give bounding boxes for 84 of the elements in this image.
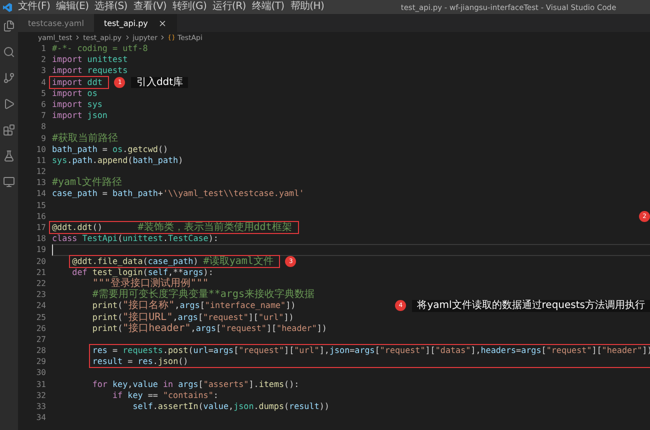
line-number: 33 [35, 401, 46, 412]
line-number: 2 [40, 54, 46, 66]
line-number: 30 [35, 367, 46, 379]
line-number: 10 [35, 144, 46, 155]
line-number: 6 [40, 98, 46, 110]
code-line: #需要用可变长度字典变量**args来接收字典数据 [92, 289, 316, 300]
menu-item[interactable]: 查看(V) [133, 0, 166, 14]
code-line: print("接口URL",args["request"]["url"]) [92, 312, 295, 323]
line-number: 21 [35, 266, 46, 278]
annotation-label: 引入ddt库 [131, 76, 188, 88]
run-icon[interactable] [3, 98, 15, 110]
flask-icon[interactable] [3, 150, 15, 162]
code-line: #-*- coding = utf-8 [52, 43, 149, 54]
line-number: 12 [35, 166, 46, 178]
line-number: 17 [35, 222, 46, 234]
line-number: 18 [35, 233, 46, 244]
code-line: """登录接口测试用例""" [92, 278, 210, 289]
code-line: case_path = bath_path+'\\yaml_test\\testcase.yaml' [52, 188, 306, 200]
code-line: #获取当前路径 [52, 132, 120, 144]
code-line: for key,value in args["asserts"].items(): [92, 378, 300, 390]
line-number: 5 [40, 88, 46, 99]
search-icon[interactable] [3, 46, 15, 58]
code-line: sys.path.append(bath_path) [52, 154, 184, 166]
line-number: 32 [35, 390, 46, 402]
code-line: def test_login(self,**args): [72, 266, 214, 278]
line-number: 7 [40, 110, 46, 122]
line-number: 29 [35, 356, 46, 368]
code-line: import os [52, 88, 98, 99]
line-number: 8 [40, 121, 46, 133]
code-line: if key == "contains": [112, 390, 220, 402]
code-line: print("接口名称",args["interface_name"]) [92, 300, 297, 312]
line-number: 15 [35, 200, 46, 211]
code-line: self.assertIn(value,json.dumps(result)) [132, 401, 330, 412]
menu-item[interactable]: 转到(G) [172, 0, 207, 14]
editor-tab[interactable]: test_api.py [94, 14, 177, 32]
app-logo-icon [3, 2, 12, 12]
code-line: import sys [52, 98, 104, 110]
line-number: 23 [35, 289, 46, 300]
code-line: import json [52, 110, 108, 122]
line-number: 31 [35, 378, 46, 390]
line-number: 3 [40, 65, 46, 77]
code-line: @ddt.file_data(case_path) #读取yaml文件 [72, 256, 274, 267]
line-number: 11 [35, 154, 46, 166]
code-line: import requests [52, 65, 129, 77]
class-icon [168, 34, 176, 41]
line-number: 1 [40, 43, 46, 54]
line-number: 16 [35, 210, 46, 222]
code-line: @ddt.ddt() #装饰类，表示当前类使用ddt框架 [52, 222, 292, 234]
code-line: class TestApi(unittest.TestCase): [52, 233, 220, 244]
menu-item[interactable]: 运行(R) [212, 0, 246, 14]
close-icon[interactable] [158, 18, 167, 28]
code-line: result = res.json() [92, 356, 190, 368]
menu-item[interactable]: 帮助(H) [290, 0, 324, 14]
line-number: 27 [35, 334, 46, 346]
editor-tab[interactable]: testcase.yaml [18, 14, 94, 32]
line-number: 25 [35, 312, 46, 323]
line-number: 19 [35, 244, 46, 256]
chevron-icon [159, 34, 166, 41]
code-line: import ddt [52, 76, 102, 88]
line-number: 4 [40, 76, 46, 88]
menu-item[interactable]: 文件(F) [18, 0, 50, 14]
chevron-icon [74, 34, 82, 41]
chevron-icon [124, 34, 131, 41]
line-number: 13 [35, 177, 46, 188]
line-number: 9 [40, 132, 46, 144]
code-line: print("接口header",args["request"]["header"]) [92, 322, 328, 334]
menu-item[interactable]: 选择(S) [94, 0, 128, 14]
menu-item[interactable]: 编辑(E) [56, 0, 89, 14]
code-line: import unittest [52, 54, 129, 66]
annotation-label: 将yaml文件读取的数据通过requests方法调用执行 [412, 300, 650, 312]
menu-item[interactable]: 终端(T) [252, 0, 284, 14]
code-line: bath_path = os.getcwd() [52, 144, 170, 155]
line-number: 34 [35, 412, 46, 424]
code-line: #yaml文件路径 [52, 177, 124, 188]
line-number: 24 [35, 300, 46, 312]
line-number: 22 [35, 278, 46, 290]
line-number: 20 [35, 256, 46, 267]
line-number: 28 [35, 345, 46, 356]
line-number: 14 [35, 188, 46, 200]
files-icon[interactable] [3, 20, 15, 32]
extensions-icon[interactable] [3, 124, 15, 136]
line-number: 26 [35, 322, 46, 334]
monitor-icon[interactable] [3, 176, 15, 188]
branch-icon[interactable] [3, 72, 15, 84]
